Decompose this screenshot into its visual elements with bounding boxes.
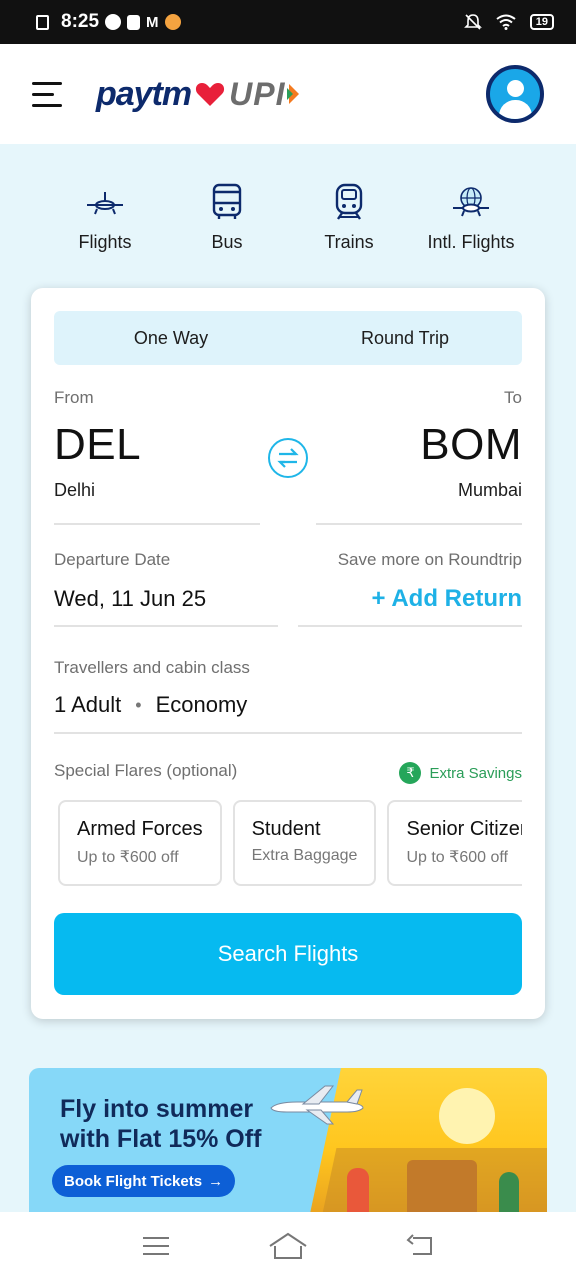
fare-subtitle: Up to ₹600 off: [77, 849, 179, 866]
user-avatar-icon[interactable]: [486, 65, 544, 123]
bus-icon: [211, 180, 243, 224]
sim-icon: [36, 14, 49, 30]
wifi-icon: [496, 14, 516, 30]
to-label: To: [504, 388, 522, 407]
fare-subtitle: Up to ₹600 off: [406, 849, 508, 866]
book-flight-tickets-button[interactable]: Book Flight Tickets →: [52, 1165, 236, 1197]
from-divider: [54, 523, 260, 525]
add-return-button[interactable]: + Add Return: [372, 585, 522, 613]
fare-title: Senior Citizen: [406, 818, 522, 840]
fare-title: Armed Forces: [77, 818, 203, 840]
status-bar-right: 19: [463, 13, 554, 31]
swap-icon[interactable]: [268, 438, 308, 478]
to-field[interactable]: To BOM Mumbai: [316, 386, 522, 526]
status-bar-left: 8:25 M: [36, 11, 181, 33]
logo-upi: UPI: [229, 75, 286, 112]
paytm-upi-logo: paytm UPI: [96, 75, 301, 114]
intl-flight-icon: [451, 180, 491, 224]
from-airport-code: DEL: [54, 420, 142, 469]
search-flights-button[interactable]: Search Flights: [54, 913, 522, 995]
travellers-label: Travellers and cabin class: [54, 658, 250, 677]
fare-option-senior-citizen[interactable]: Senior Citizen Up to ₹600 off: [387, 800, 522, 886]
category-tabs: Flights Bus Trains Intl. Flights: [45, 180, 531, 253]
tab-trains[interactable]: Trains: [289, 180, 409, 253]
to-divider: [316, 523, 522, 525]
banner-headline-line2: with Flat 15% Off: [60, 1125, 262, 1153]
extra-savings-label: Extra Savings: [429, 764, 522, 782]
to-city: Mumbai: [457, 480, 522, 500]
separator-dot: •: [135, 694, 142, 715]
logo-paytm: paytm: [96, 74, 192, 113]
system-nav-bar: [0, 1212, 576, 1280]
arrow-right-icon: →: [208, 1172, 224, 1190]
upi-arrow-icon: [287, 84, 300, 104]
airplane-icon: [270, 1085, 364, 1125]
from-label: From: [54, 388, 94, 407]
special-fares-carousel: Armed Forces Up to ₹600 off Student Extr…: [58, 800, 522, 888]
traveller-count: 1 Adult: [54, 692, 122, 717]
message-icon: [127, 14, 141, 30]
battery-indicator: 19: [529, 14, 554, 30]
from-field[interactable]: From DEL Delhi: [54, 386, 260, 526]
back-icon[interactable]: [390, 1226, 450, 1266]
hamburger-icon[interactable]: [32, 81, 62, 107]
travellers-value: 1 Adult • Economy: [54, 692, 247, 718]
notification-icon: [105, 14, 122, 30]
to-airport-code: BOM: [420, 420, 522, 469]
return-divider: [298, 625, 522, 627]
tab-flights[interactable]: Flights: [45, 180, 165, 253]
tab-label: Trains: [324, 232, 374, 252]
flight-icon: [85, 180, 125, 224]
app-notification-icon: [164, 14, 181, 30]
trip-type-toggle: One Way Round Trip: [54, 311, 522, 365]
banner-headline: Fly into summer with Flat 15% Off: [60, 1094, 261, 1154]
tab-label: Bus: [211, 232, 243, 252]
fare-option-student[interactable]: Student Extra Baggage: [232, 800, 377, 886]
recent-apps-icon[interactable]: [126, 1226, 186, 1266]
sun-graphic: [439, 1088, 495, 1144]
tab-label: Intl. Flights: [427, 232, 515, 252]
fare-option-armed-forces[interactable]: Armed Forces Up to ₹600 off: [58, 800, 222, 886]
status-time: 8:25: [61, 11, 100, 32]
train-icon: [333, 180, 365, 224]
roundtrip-savings-label: Save more on Roundtrip: [337, 550, 522, 569]
departure-label: Departure Date: [54, 550, 171, 569]
from-city: Delhi: [54, 480, 96, 500]
departure-divider: [54, 625, 278, 627]
promo-banner[interactable]: Fly into summer with Flat 15% Off Book F…: [29, 1068, 547, 1218]
travellers-divider: [54, 732, 522, 734]
rupee-icon: ₹: [399, 762, 422, 784]
flight-search-card: One Way Round Trip From DEL Delhi To BOM…: [31, 288, 545, 1019]
tab-bus[interactable]: Bus: [167, 180, 287, 253]
special-fares-label: Special Flares (optional): [54, 761, 238, 780]
status-bar: 8:25 M 19: [0, 0, 576, 44]
cabin-class: Economy: [155, 692, 248, 717]
travellers-field[interactable]: Travellers and cabin class 1 Adult • Eco…: [54, 658, 522, 734]
special-fares-track: Armed Forces Up to ₹600 off Student Extr…: [58, 800, 522, 886]
book-button-label: Book Flight Tickets: [64, 1172, 203, 1190]
gmail-icon: M: [146, 13, 159, 31]
departure-date-field[interactable]: Departure Date Wed, 11 Jun 25: [54, 548, 278, 628]
tab-intl-flights[interactable]: Intl. Flights: [411, 180, 531, 253]
extra-savings-badge: ₹ Extra Savings: [399, 762, 522, 784]
home-icon[interactable]: [258, 1226, 318, 1266]
fare-subtitle: Extra Baggage: [251, 847, 358, 864]
app-header: paytm UPI: [0, 44, 576, 144]
trip-option-one-way[interactable]: One Way: [54, 311, 288, 365]
fare-title: Student: [251, 818, 321, 840]
departure-date-value: Wed, 11 Jun 25: [54, 586, 207, 611]
tab-label: Flights: [78, 232, 132, 252]
banner-headline-line1: Fly into summer: [60, 1095, 254, 1123]
heart-icon: [196, 83, 225, 106]
mute-icon: [463, 14, 482, 30]
trip-option-round-trip[interactable]: Round Trip: [288, 311, 522, 365]
child-graphic: [347, 1168, 369, 1218]
sandcastle-graphic: [407, 1160, 477, 1218]
